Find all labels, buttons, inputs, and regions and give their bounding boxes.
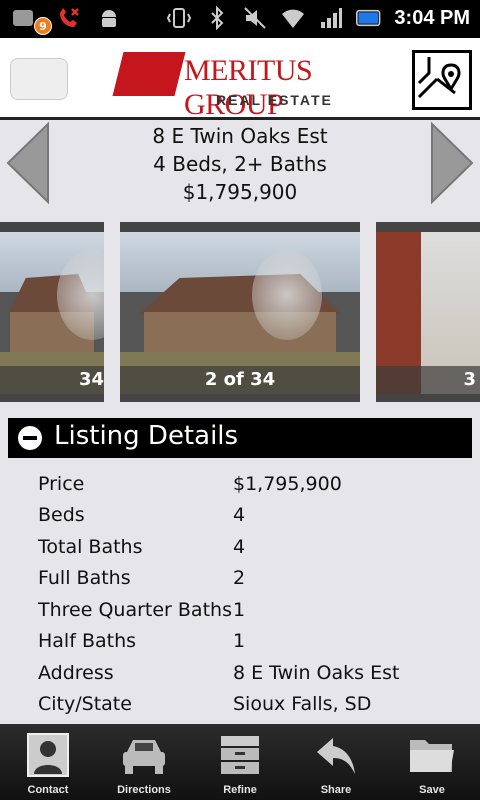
logo-subtitle-text: REAL ESTATE xyxy=(216,92,333,108)
detail-label: Price xyxy=(38,472,85,495)
detail-row: City/State Sioux Falls, SD xyxy=(38,689,468,721)
logo-brand-text: MERITUS GROUP xyxy=(184,54,313,121)
contact-label: Contact xyxy=(27,784,69,796)
listing-details-title: Listing Details xyxy=(54,421,239,451)
back-button[interactable] xyxy=(10,58,68,100)
vibrate-icon xyxy=(166,5,192,31)
gallery-caption-next: 3 xyxy=(376,366,480,394)
wifi-icon xyxy=(280,5,306,31)
status-bar-left: 9 xyxy=(10,5,122,35)
detail-row: Full Baths 2 xyxy=(38,563,468,595)
status-bar: 9 3:04 PM xyxy=(0,0,480,38)
listing-beds-baths: 4 Beds, 2+ Baths xyxy=(153,152,327,176)
app-header: MERITUS GROUP REAL ESTATE xyxy=(0,38,480,121)
contact-icon xyxy=(23,730,73,780)
share-label: Share xyxy=(320,784,352,796)
detail-row: Three Quarter Baths 1 xyxy=(38,594,468,626)
listing-details-table: Price $1,795,900 Beds 4 Total Baths 4 Full … xyxy=(38,468,468,720)
directions-label: Directions xyxy=(117,784,171,796)
car-icon xyxy=(119,730,169,780)
detail-label: Three Quarter Baths xyxy=(38,598,232,621)
map-button[interactable] xyxy=(412,50,472,110)
listing-address: 8 E Twin Oaks Est xyxy=(152,124,328,148)
android-debug-icon xyxy=(96,5,122,31)
refine-label: Refine xyxy=(223,784,257,796)
detail-value: $1,795,900 xyxy=(233,472,342,495)
detail-value: 1 xyxy=(233,598,246,621)
gallery-caption-previous: 34 xyxy=(0,366,104,394)
detail-value: 1 xyxy=(233,630,246,653)
share-icon xyxy=(311,730,361,780)
gallery-caption-current: 2 of 34 xyxy=(120,366,360,394)
detail-row: Total Baths 4 xyxy=(38,531,468,563)
save-label: Save xyxy=(419,784,445,796)
detail-label: City/State xyxy=(38,693,132,716)
missed-call-icon xyxy=(56,5,82,31)
directions-button[interactable]: Directions xyxy=(96,724,192,800)
detail-value: 4 xyxy=(233,504,246,527)
detail-label: Address xyxy=(38,661,114,684)
logo-mark xyxy=(112,52,186,96)
contact-button[interactable]: Contact xyxy=(0,724,96,800)
folder-icon xyxy=(407,730,457,780)
gallery-photo-next[interactable]: 3 xyxy=(376,222,480,402)
bluetooth-icon xyxy=(204,5,230,31)
save-button[interactable]: Save xyxy=(384,724,480,800)
detail-value: Sioux Falls, SD xyxy=(233,693,372,716)
detail-row: Price $1,795,900 xyxy=(38,468,468,500)
detail-value: 2 xyxy=(233,567,246,590)
listing-summary: 8 E Twin Oaks Est 4 Beds, 2+ Baths $1,79… xyxy=(0,122,480,214)
detail-value: 4 xyxy=(233,535,246,558)
detail-label: Half Baths xyxy=(38,630,137,653)
map-pin-icon xyxy=(417,57,461,99)
mute-icon xyxy=(242,5,268,31)
gallery-photo-previous[interactable]: 34 xyxy=(0,222,104,402)
status-bar-right: 3:04 PM xyxy=(166,5,470,31)
refine-button[interactable]: Refine xyxy=(192,724,288,800)
next-listing-arrow[interactable] xyxy=(428,120,478,206)
listing-price: $1,795,900 xyxy=(182,180,298,204)
detail-label: Beds xyxy=(38,504,85,527)
status-time: 3:04 PM xyxy=(394,6,470,29)
detail-row: Half Baths 1 xyxy=(38,626,468,658)
detail-label: Total Baths xyxy=(38,535,143,558)
signal-icon xyxy=(318,5,344,31)
chevron-right-icon xyxy=(431,121,474,205)
app-notification-icon xyxy=(10,5,36,31)
filter-icon xyxy=(215,730,265,780)
collapse-icon xyxy=(18,426,42,450)
notification-count-badge: 9 xyxy=(34,17,52,35)
photo-gallery[interactable]: 34 2 of 34 3 xyxy=(0,222,480,402)
battery-icon xyxy=(356,5,382,31)
detail-row: Beds 4 xyxy=(38,500,468,532)
listing-details-header[interactable]: Listing Details xyxy=(8,418,472,458)
detail-value: 8 E Twin Oaks Est xyxy=(233,661,400,684)
detail-row: Address 8 E Twin Oaks Est xyxy=(38,657,468,689)
bottom-action-bar: Contact Directions Refine Share Save xyxy=(0,724,480,800)
detail-label: Full Baths xyxy=(38,567,131,590)
share-button[interactable]: Share xyxy=(288,724,384,800)
meritus-logo: MERITUS GROUP REAL ESTATE xyxy=(112,48,368,121)
gallery-photo-current[interactable]: 2 of 34 xyxy=(120,222,360,402)
